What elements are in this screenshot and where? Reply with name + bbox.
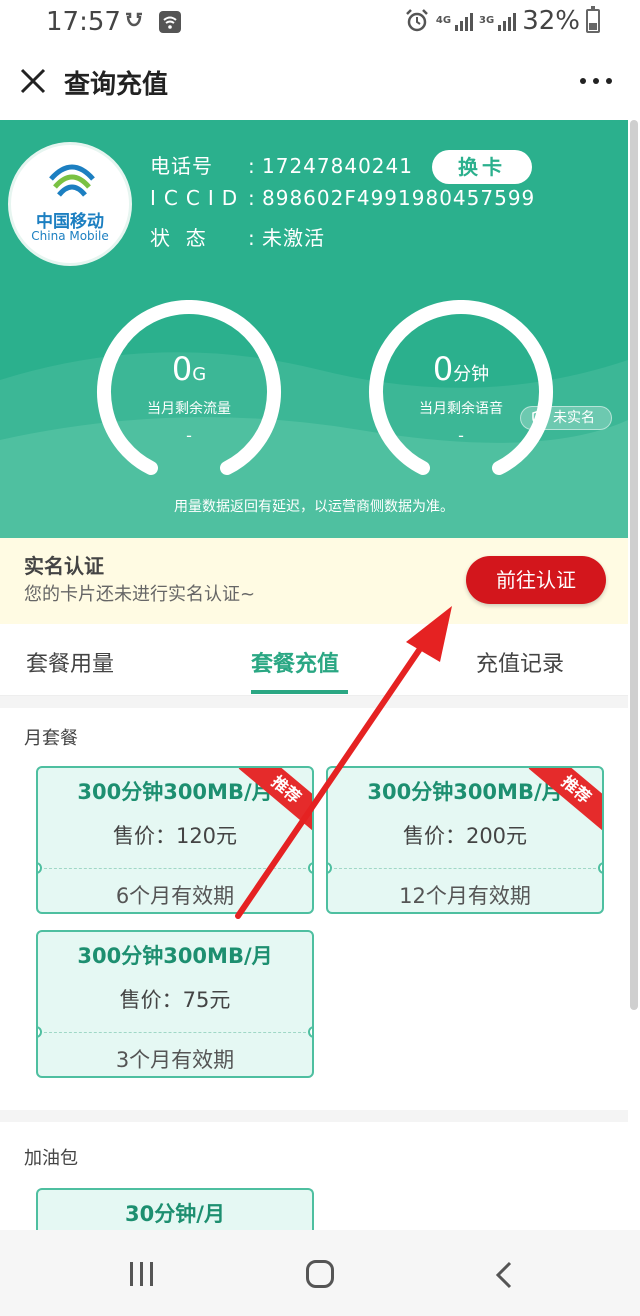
tab-history[interactable]: 充值记录 xyxy=(476,646,564,678)
status-row: 状 态: 未激活 xyxy=(150,222,325,251)
tab-recharge[interactable]: 套餐充值 xyxy=(251,646,339,678)
status-bar: 17:57 4G 3G 32% xyxy=(0,0,640,44)
package-card[interactable]: 300分钟300MB/月 售价：200元 12个月有效期 推荐 xyxy=(326,766,604,914)
banner-subtitle: 您的卡片还未进行实名认证~ xyxy=(24,584,256,605)
ticket-notch xyxy=(328,862,332,874)
sim-info-header: 中国移动 China Mobile 电话号:17247840241 ICCID:… xyxy=(0,120,628,538)
go-verify-button[interactable]: 前往认证 xyxy=(466,556,606,604)
tab-usage[interactable]: 套餐用量 xyxy=(26,646,114,678)
voice-gauge-number: 0 xyxy=(432,350,454,388)
phone-label: 电话号 xyxy=(150,154,213,178)
data-gauge-label: 当月剩余流量 xyxy=(147,401,231,417)
phone-row: 电话号:17247840241 xyxy=(150,150,413,179)
voice-gauge-value: 0分钟 xyxy=(366,350,556,388)
status-label: 状 态 xyxy=(150,226,207,250)
voice-gauge-sub: - xyxy=(458,426,464,445)
iccid-row: ICCID:898602F4991980457599 xyxy=(150,186,535,210)
package-card[interactable]: 300分钟300MB/月 售价：75元 3个月有效期 xyxy=(36,930,314,1078)
addon-section-title: 加油包 xyxy=(24,1148,78,1169)
package-name: 300分钟300MB/月 xyxy=(77,944,273,968)
system-nav-bar xyxy=(0,1230,640,1316)
real-name-banner: 实名认证 您的卡片还未进行实名认证~ 前往认证 xyxy=(0,538,628,624)
package-divider xyxy=(44,868,306,869)
ticket-notch xyxy=(38,862,42,874)
swap-card-button[interactable]: 换卡 xyxy=(432,150,532,184)
package-card[interactable]: 300分钟300MB/月 售价：120元 6个月有效期 推荐 xyxy=(36,766,314,914)
ticket-notch xyxy=(308,1026,312,1038)
page-title: 查询充值 xyxy=(64,70,169,100)
china-mobile-logo-icon xyxy=(49,164,95,197)
monthly-section-title: 月套餐 xyxy=(24,728,78,749)
china-mobile-logo: 中国移动 China Mobile xyxy=(8,142,132,266)
recent-apps-icon[interactable] xyxy=(130,1262,153,1286)
package-price: 售价：200元 xyxy=(402,824,528,848)
data-gauge-value: 0G xyxy=(94,350,284,388)
title-bar: 查询充值 xyxy=(0,44,640,120)
more-icon[interactable] xyxy=(580,78,612,84)
logo-text-en: China Mobile xyxy=(31,229,109,243)
voice-gauge-ring xyxy=(369,300,553,475)
section-gap xyxy=(0,1110,628,1122)
package-price: 售价：75元 xyxy=(119,988,231,1012)
alarm-icon xyxy=(405,9,428,32)
voice-gauge-unit: 分钟 xyxy=(453,364,490,385)
data-gauge-sub: - xyxy=(186,426,192,445)
package-validity: 6个月有效期 xyxy=(115,884,235,908)
data-gauge: 0G 当月剩余流量 - xyxy=(94,300,284,490)
signal-icon-2 xyxy=(498,11,517,31)
iccid-separator: : xyxy=(248,186,256,210)
data-gauge-ring xyxy=(97,300,281,475)
page-scrollbar[interactable] xyxy=(630,120,638,1010)
addon-package-name: 30分钟/月 xyxy=(125,1202,225,1226)
phone-value: 17247840241 xyxy=(262,154,413,178)
banner-title: 实名认证 xyxy=(24,554,104,578)
ticket-notch xyxy=(598,862,602,874)
close-icon[interactable] xyxy=(18,66,48,96)
data-gauge-number: 0 xyxy=(171,350,193,388)
iccid-value: 898602F4991980457599 xyxy=(262,186,536,210)
package-validity: 3个月有效期 xyxy=(115,1048,235,1072)
ticket-notch xyxy=(38,1026,42,1038)
phone-separator: : xyxy=(248,154,256,178)
tab-bar: 套餐用量 套餐充值 充值记录 xyxy=(0,624,628,696)
back-icon[interactable] xyxy=(492,1260,516,1290)
network-3g-label: 3G xyxy=(479,15,495,26)
active-tab-indicator xyxy=(251,690,348,694)
iccid-label: ICCID xyxy=(150,186,246,210)
battery-percent: 32% xyxy=(522,6,580,36)
status-separator: : xyxy=(248,226,256,250)
sync-icon xyxy=(126,12,142,27)
status-time: 17:57 xyxy=(46,7,121,37)
battery-icon xyxy=(586,6,600,33)
status-right: 4G 3G 32% xyxy=(404,6,600,36)
ticket-notch xyxy=(308,862,312,874)
wifi-box-icon xyxy=(159,11,181,33)
status-value: 未激活 xyxy=(262,226,325,250)
signal-icon xyxy=(455,11,474,31)
package-validity: 12个月有效期 xyxy=(399,884,531,908)
home-icon[interactable] xyxy=(306,1260,334,1288)
package-divider xyxy=(44,1032,306,1033)
package-price: 售价：120元 xyxy=(112,824,238,848)
network-4g-label: 4G xyxy=(435,15,452,26)
voice-gauge-label: 当月剩余语音 xyxy=(419,401,503,417)
section-gap xyxy=(0,696,628,708)
usage-delay-note: 用量数据返回有延迟，以运营商侧数据为准。 xyxy=(174,499,454,515)
voice-gauge: 0分钟 当月剩余语音 - xyxy=(366,300,556,490)
data-gauge-unit: G xyxy=(192,364,207,385)
package-divider xyxy=(334,868,596,869)
unverified-badge-label: 未实名 xyxy=(553,410,595,426)
